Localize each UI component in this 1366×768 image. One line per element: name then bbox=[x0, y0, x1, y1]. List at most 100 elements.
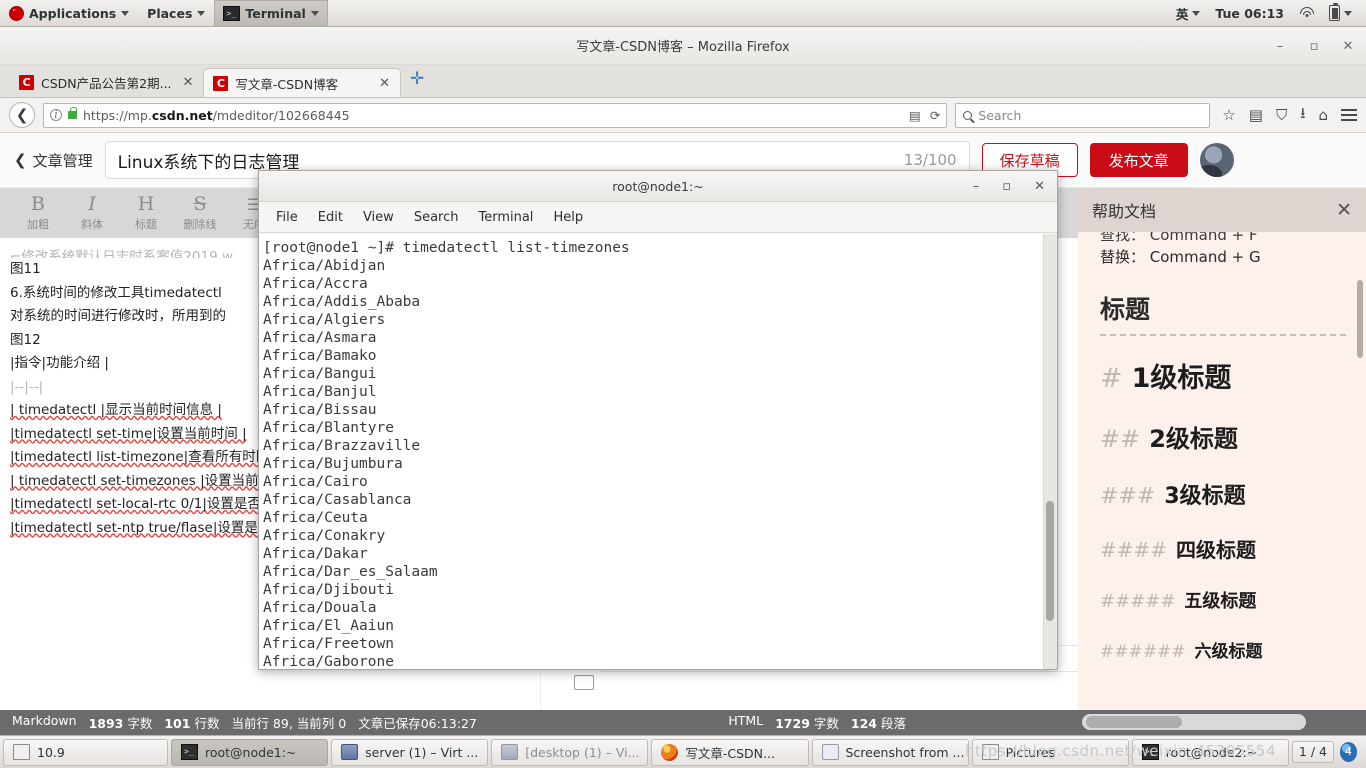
help-heading-3-hash: ### bbox=[1100, 484, 1156, 509]
publish-article-button[interactable]: 发布文章 bbox=[1089, 143, 1188, 177]
terminal-window-menu[interactable]: >_ Terminal bbox=[214, 0, 328, 27]
help-heading-5-hash: ##### bbox=[1100, 591, 1176, 612]
menu-hamburger-icon[interactable] bbox=[1341, 109, 1357, 121]
terminal-menubar: File Edit View Search Terminal Help bbox=[259, 202, 1057, 233]
window-list-taskbar: 10.9 >_ root@node1:~ server (1) – Virt .… bbox=[0, 735, 1366, 768]
browser-tab-2-close-icon[interactable]: ✕ bbox=[379, 76, 390, 91]
terminal-screen[interactable]: [root@node1 ~]# timedatectl list-timezon… bbox=[259, 234, 1057, 669]
status-html-word-count: 1729 bbox=[775, 716, 810, 731]
search-bar[interactable]: Search bbox=[955, 102, 1211, 128]
status-paragraph-count: 124 bbox=[850, 716, 877, 731]
battery-icon bbox=[1329, 2, 1340, 21]
browser-tab-1[interactable]: C CSDN产品公告第2期... ✕ bbox=[10, 68, 204, 97]
terminal-line-1: Africa/Abidjan bbox=[263, 258, 386, 274]
new-tab-button[interactable]: ✛ bbox=[401, 70, 433, 92]
terminal-line-7: Africa/Bangui bbox=[263, 366, 377, 382]
taskbar-item-desktop-vm[interactable]: [desktop (1) – Vi... bbox=[491, 738, 649, 766]
terminal-minimize-button[interactable]: – bbox=[973, 179, 980, 194]
status-cursor-position: 当前行 89, 当前列 0 bbox=[231, 716, 347, 731]
battery-indicator[interactable] bbox=[1323, 0, 1358, 27]
csdn-favicon-icon: C bbox=[213, 75, 229, 91]
reload-icon[interactable]: ⟳ bbox=[930, 108, 940, 123]
workspace-switcher-icon[interactable]: 4 bbox=[1340, 742, 1357, 762]
help-heading-5-label: 五级标题 bbox=[1184, 591, 1257, 612]
help-panel-scrollbar[interactable] bbox=[1357, 280, 1363, 358]
toolbar-heading-button[interactable]: H 标题 bbox=[122, 194, 170, 232]
terminal-menu-file[interactable]: File bbox=[276, 210, 298, 225]
firefox-maximize-button[interactable]: ▫ bbox=[1306, 39, 1322, 54]
terminal-window: root@node1:~ – ▫ ✕ File Edit View Search… bbox=[258, 170, 1058, 670]
clock[interactable]: Tue 06:13 bbox=[1209, 0, 1290, 27]
status-saved-time: 文章已保存06:13:27 bbox=[358, 716, 477, 731]
terminal-menu-view[interactable]: View bbox=[363, 210, 394, 225]
user-avatar[interactable] bbox=[1199, 143, 1234, 177]
taskbar-item-firefox[interactable]: 写文章-CSDN... bbox=[651, 738, 809, 766]
toolbar-italic-label: 斜体 bbox=[81, 217, 103, 231]
help-heading-1-hash: # bbox=[1100, 363, 1123, 394]
terminal-close-button[interactable]: ✕ bbox=[1034, 179, 1045, 194]
site-info-icon[interactable]: i bbox=[50, 109, 62, 121]
terminal-maximize-button[interactable]: ▫ bbox=[1002, 179, 1011, 194]
terminal-menu-terminal[interactable]: Terminal bbox=[478, 210, 533, 225]
reader-mode-icon[interactable]: ▤ bbox=[909, 108, 921, 123]
network-indicator[interactable] bbox=[1293, 0, 1320, 27]
firefox-minimize-button[interactable]: – bbox=[1272, 39, 1288, 54]
taskbar-item-screenshot[interactable]: Screenshot from ... bbox=[811, 738, 969, 766]
terminal-line-23: Africa/Gaborone bbox=[263, 654, 394, 669]
help-panel-title: 帮助文档 bbox=[1092, 202, 1157, 221]
toolbar-bold-button[interactable]: B 加粗 bbox=[14, 192, 62, 232]
bookmark-star-icon[interactable]: ☆ bbox=[1222, 106, 1235, 124]
preview-monitor-icon bbox=[574, 675, 594, 690]
terminal-line-6: Africa/Bamako bbox=[263, 348, 377, 364]
input-method-label: 英 bbox=[1175, 6, 1189, 22]
article-title-value: Linux系统下的日志管理 bbox=[117, 152, 300, 173]
terminal-line-11: Africa/Brazzaville bbox=[263, 438, 421, 454]
toolbar-strikethrough-button[interactable]: S 删除线 bbox=[176, 194, 224, 232]
terminal-menu-search[interactable]: Search bbox=[414, 210, 459, 225]
terminal-line-12: Africa/Bujumbura bbox=[263, 456, 403, 472]
status-line-count: 101 bbox=[164, 716, 191, 731]
input-method-indicator[interactable]: 英 bbox=[1170, 0, 1207, 27]
home-icon[interactable]: ⌂ bbox=[1318, 106, 1328, 124]
bold-icon: B bbox=[31, 192, 45, 215]
lock-icon bbox=[68, 107, 77, 119]
terminal-window-title: root@node1:~ bbox=[612, 178, 704, 194]
toolbar-italic-button[interactable]: I 斜体 bbox=[68, 194, 116, 232]
applications-menu[interactable]: Applications bbox=[0, 0, 138, 27]
terminal-line-2: Africa/Accra bbox=[263, 276, 368, 292]
firefox-close-button[interactable]: ✕ bbox=[1340, 39, 1356, 54]
library-icon[interactable]: ▤ bbox=[1249, 106, 1263, 124]
taskbar-item-files[interactable]: 10.9 bbox=[3, 738, 168, 766]
help-heading-2-hash: ## bbox=[1100, 425, 1141, 453]
toolbar-heading-label: 标题 bbox=[135, 217, 157, 231]
taskbar-item-server-vm[interactable]: server (1) – Virt ... bbox=[331, 738, 489, 766]
firefox-icon bbox=[661, 743, 679, 761]
chevron-down-icon bbox=[1344, 10, 1352, 16]
terminal-line-18: Africa/Dar_es_Salaam bbox=[263, 564, 438, 580]
address-bar[interactable]: i https://mp.csdn.net/mdeditor/102668445… bbox=[43, 102, 948, 128]
back-to-article-management[interactable]: ❮ 文章管理 bbox=[14, 150, 93, 171]
terminal-titlebar: root@node1:~ – ▫ ✕ bbox=[259, 171, 1057, 202]
taskbar-item-pictures[interactable]: Pictures bbox=[971, 738, 1129, 766]
browser-tab-2[interactable]: C 写文章-CSDN博客 ✕ bbox=[203, 68, 401, 97]
terminal-menu-edit[interactable]: Edit bbox=[318, 210, 343, 225]
terminal-line-15: Africa/Ceuta bbox=[263, 510, 368, 526]
taskbar-item-terminal-node2[interactable]: >_ root@node2:~ bbox=[1131, 738, 1289, 766]
places-menu[interactable]: Places bbox=[138, 0, 214, 27]
help-heading-4-label: 四级标题 bbox=[1176, 538, 1257, 562]
back-button[interactable]: ❮ bbox=[9, 102, 35, 128]
workspace-pager[interactable]: 1 / 4 bbox=[1291, 741, 1334, 763]
terminal-line-5: Africa/Asmara bbox=[263, 330, 377, 346]
downloads-icon[interactable]: ⭳ bbox=[1300, 103, 1305, 128]
horizontal-scrollbar-thumb[interactable] bbox=[1086, 716, 1182, 728]
taskbar-item-terminal-node1[interactable]: >_ root@node1:~ bbox=[171, 738, 329, 766]
terminal-scrollbar-thumb[interactable] bbox=[1046, 501, 1054, 621]
files-icon bbox=[981, 744, 999, 760]
search-icon bbox=[963, 110, 973, 120]
terminal-menu-help[interactable]: Help bbox=[553, 210, 583, 225]
terminal-line-8: Africa/Banjul bbox=[263, 384, 377, 400]
browser-tab-1-close-icon[interactable]: ✕ bbox=[183, 75, 194, 90]
help-panel-close-icon[interactable]: ✕ bbox=[1336, 199, 1352, 221]
help-heading-4: #### 四级标题 bbox=[1100, 534, 1346, 563]
shield-icon[interactable]: ⛉ bbox=[1276, 106, 1287, 124]
